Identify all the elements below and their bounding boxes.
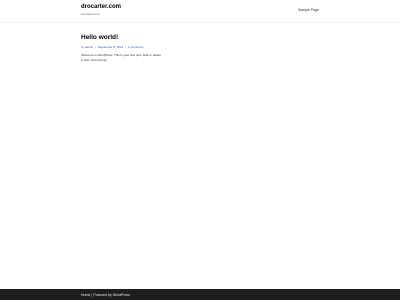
- post-title[interactable]: Hello world!: [81, 34, 261, 42]
- post-author-link[interactable]: admin: [85, 45, 93, 49]
- post: Hello world! by admin / September 8, 202…: [81, 34, 261, 62]
- post-meta: by admin / September 8, 2021 / 1 Comment: [81, 45, 261, 49]
- post-content: Welcome to WordPress. This is your first…: [81, 53, 161, 62]
- site-footer: Home | Powered by WordPress: [0, 289, 400, 300]
- site-description: drocarter.com: [81, 12, 100, 16]
- meta-separator: /: [125, 45, 126, 49]
- footer-home-link[interactable]: Home: [81, 293, 90, 297]
- site-title-link[interactable]: drocarter.com: [81, 4, 121, 11]
- post-date-link[interactable]: September 8, 2021: [98, 45, 124, 49]
- main-content: Hello world! by admin / September 8, 202…: [81, 34, 261, 65]
- meta-separator: /: [95, 45, 96, 49]
- post-comments-link[interactable]: 1 Comment: [128, 45, 144, 49]
- nav-item-sample-page[interactable]: Sample Page: [298, 8, 319, 12]
- footer-powered-by: Powered by WordPress: [93, 292, 130, 297]
- site-branding: drocarter.com drocarter.com: [81, 4, 121, 16]
- site-header: drocarter.com drocarter.com Sample Page: [0, 0, 400, 23]
- meta-by-label: by: [81, 45, 85, 49]
- footer-text: Home | Powered by WordPress: [81, 293, 130, 297]
